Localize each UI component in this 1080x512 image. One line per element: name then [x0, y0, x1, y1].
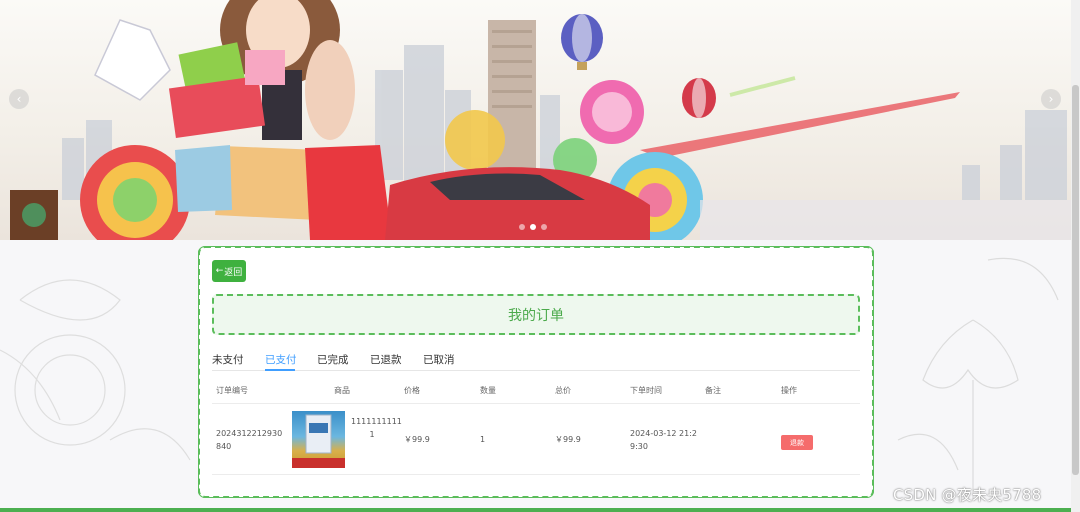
- price-value: ￥99.9: [404, 435, 430, 444]
- banner-illustration: [10, 0, 1071, 240]
- flower-decoration-left: [0, 279, 191, 461]
- csdn-watermark: CSDN @夜未央5788: [893, 486, 1042, 504]
- tab-refunded[interactable]: 已退款: [370, 352, 402, 367]
- active-tab-indicator: [265, 369, 295, 371]
- page-title: 我的订单: [508, 307, 564, 324]
- table-header: 订单编号 商品 价格 数量 总价 下单时间 备注 操作: [212, 382, 860, 404]
- column-header-quantity: 数量: [480, 386, 496, 395]
- tab-paid[interactable]: 已支付: [265, 352, 297, 367]
- tab-unpaid[interactable]: 未支付: [212, 352, 244, 367]
- page-title-box: 我的订单: [212, 294, 860, 335]
- order-panel: ← 返回 我的订单 未支付 已支付 已完成 已退款 已取消 订单编号 商品 价格…: [198, 246, 874, 498]
- column-header-order-no: 订单编号: [216, 386, 248, 395]
- table-row: 2024312212930 840 1111111111 1 ￥99.9 1 ￥…: [212, 405, 860, 475]
- arrow-left-icon: ←: [215, 266, 224, 276]
- carousel-prev-button[interactable]: ‹: [9, 89, 29, 109]
- product-image[interactable]: [292, 411, 345, 468]
- column-header-remark: 备注: [705, 386, 721, 395]
- footer-accent-line: [0, 508, 1071, 512]
- carousel-dot[interactable]: [541, 224, 547, 230]
- column-header-order-time: 下单时间: [630, 386, 662, 395]
- carousel-dot-active[interactable]: [530, 224, 536, 230]
- column-header-price: 价格: [404, 386, 420, 395]
- quantity-value: 1: [480, 435, 486, 444]
- column-header-action: 操作: [781, 386, 797, 395]
- product-name: 1111111111 1: [351, 417, 402, 439]
- refund-button[interactable]: 退款: [781, 435, 813, 450]
- back-button-label: 返回: [224, 267, 243, 278]
- scrollbar-thumb[interactable]: [1072, 85, 1079, 475]
- hero-banner: ‹ ›: [0, 0, 1080, 240]
- tab-cancelled[interactable]: 已取消: [423, 352, 455, 367]
- page-scrollbar[interactable]: [1071, 0, 1080, 512]
- column-header-total: 总价: [555, 386, 571, 395]
- column-header-product: 商品: [334, 386, 350, 395]
- order-time: 2024-03-12 21:2 9:30: [630, 429, 697, 451]
- order-status-tabs: 未支付 已支付 已完成 已退款 已取消: [212, 351, 860, 371]
- back-button[interactable]: ← 返回: [212, 260, 246, 282]
- order-number: 2024312212930 840: [216, 429, 283, 451]
- total-value: ￥99.9: [555, 435, 581, 444]
- flower-decoration-right: [897, 257, 1059, 500]
- carousel-next-button[interactable]: ›: [1041, 89, 1061, 109]
- carousel-dot[interactable]: [519, 224, 525, 230]
- tab-completed[interactable]: 已完成: [317, 352, 349, 367]
- carousel-indicators: [519, 224, 547, 230]
